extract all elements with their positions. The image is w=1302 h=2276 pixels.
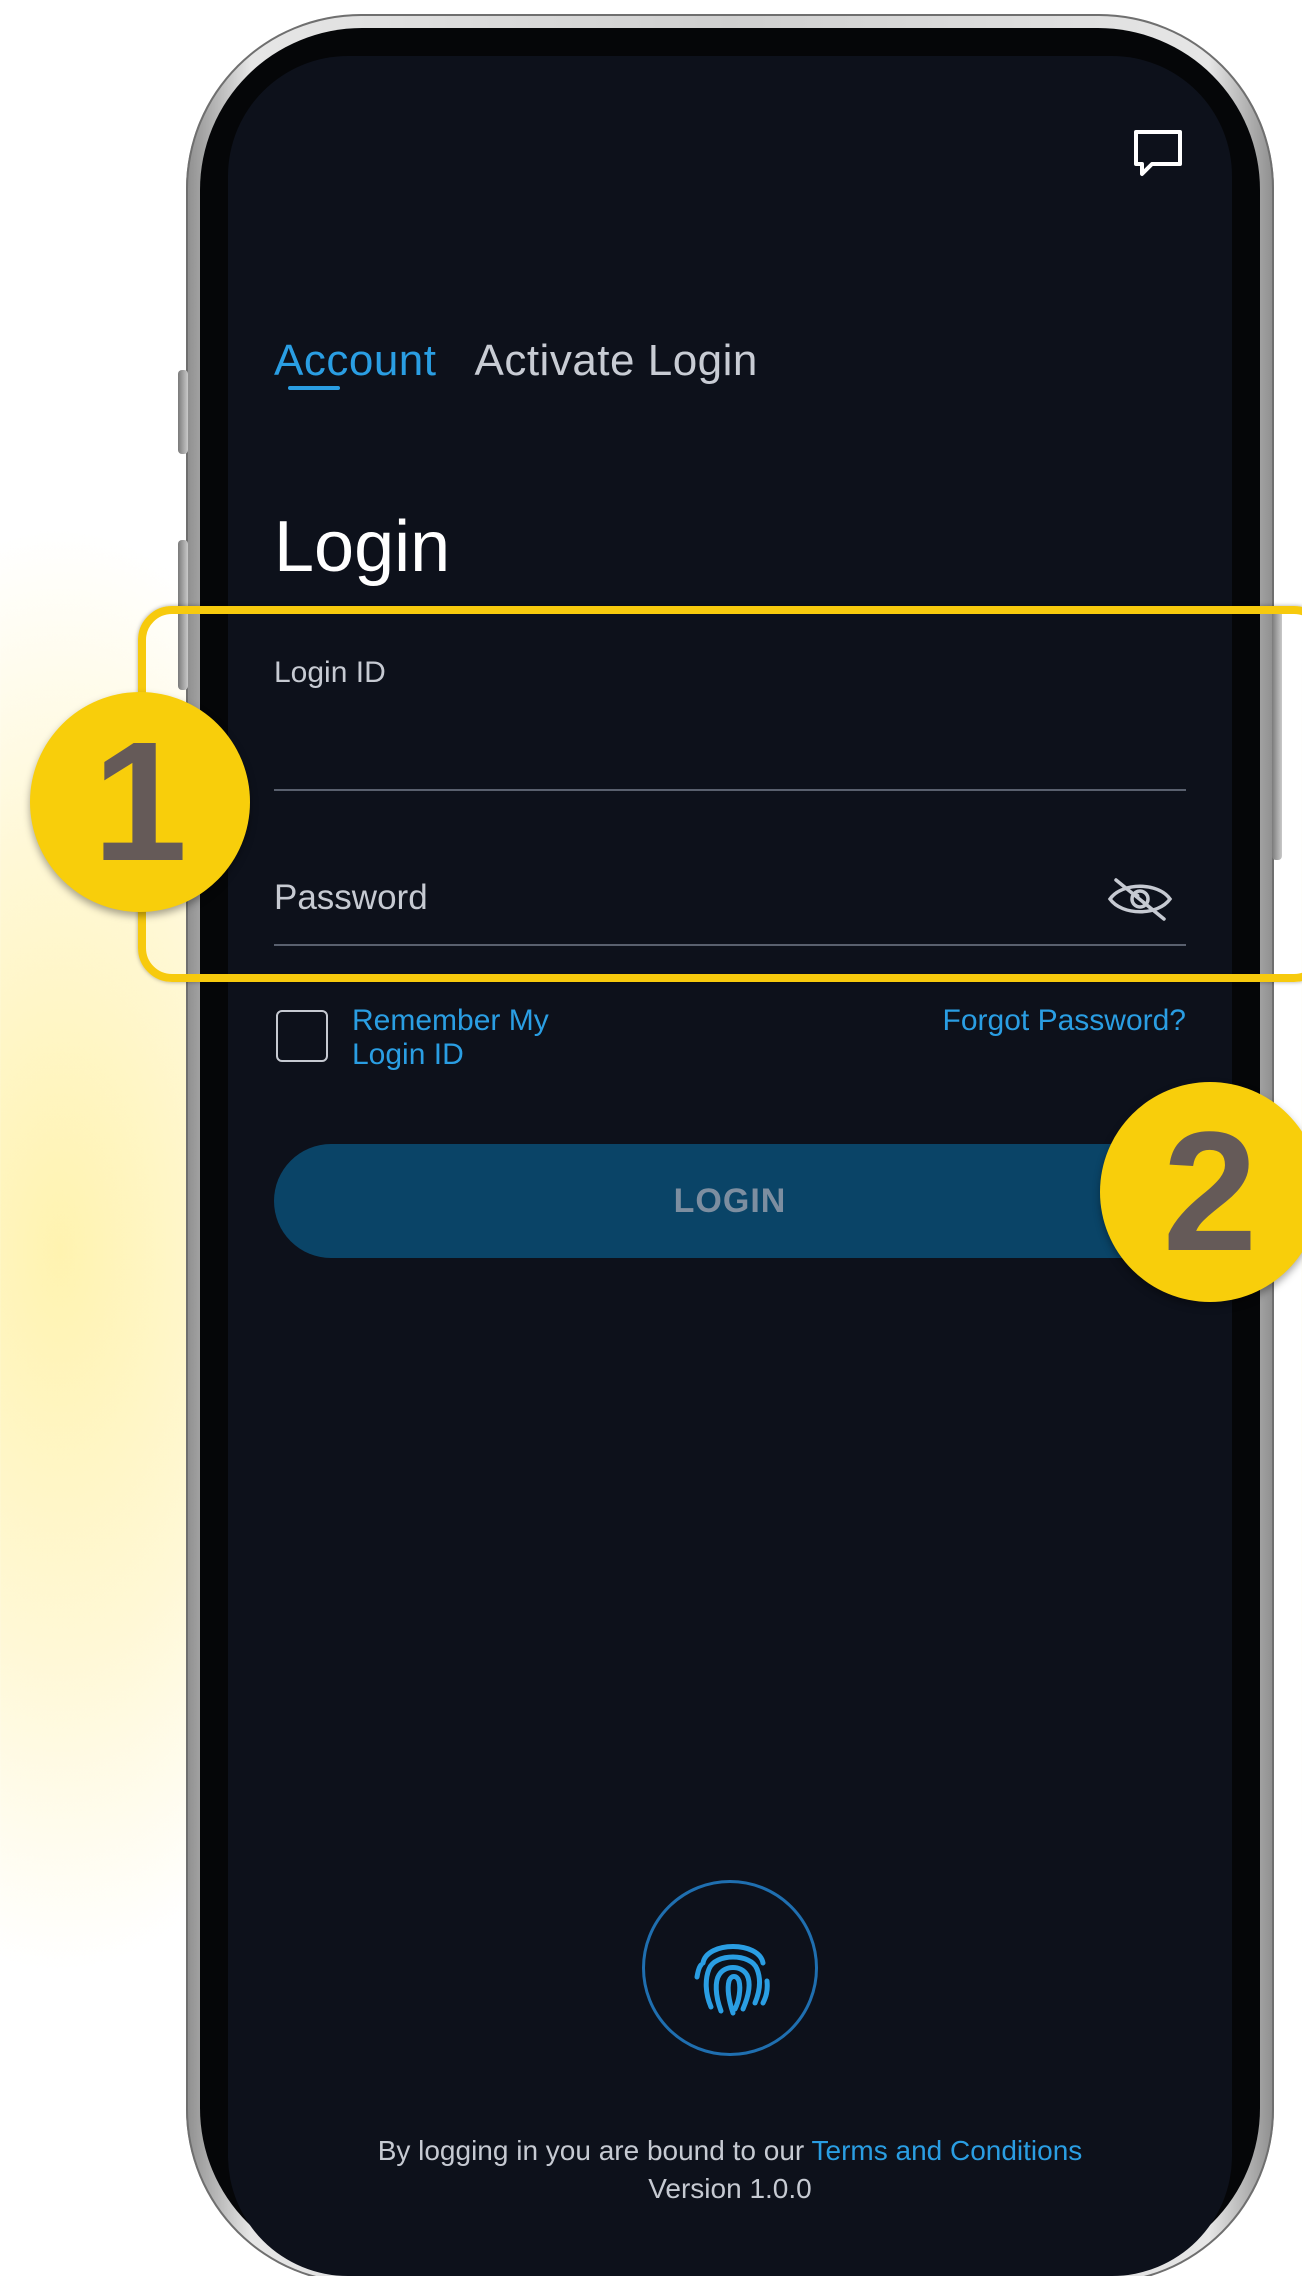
chat-bubble-icon[interactable] bbox=[1130, 126, 1186, 182]
app-screen: Account Activate Login Login Login ID Pa… bbox=[228, 56, 1232, 2276]
footer: By logging in you are bound to our Terms… bbox=[228, 2132, 1232, 2208]
tab-activate-login[interactable]: Activate Login bbox=[474, 336, 757, 386]
phone-side-button bbox=[178, 370, 188, 454]
login-tabs: Account Activate Login bbox=[274, 336, 758, 386]
remember-login-label[interactable]: Remember My Login ID bbox=[352, 1004, 572, 1072]
step-badge-1: 1 bbox=[30, 692, 250, 912]
page-title: Login bbox=[274, 507, 451, 587]
forgot-password-link[interactable]: Forgot Password? bbox=[943, 1004, 1186, 1038]
terms-link[interactable]: Terms and Conditions bbox=[812, 2135, 1083, 2166]
credentials-highlight bbox=[138, 606, 1302, 982]
version-label: Version 1.0.0 bbox=[648, 2173, 812, 2204]
terms-prefix: By logging in you are bound to our bbox=[377, 2135, 805, 2166]
remember-login-checkbox[interactable] bbox=[276, 1010, 328, 1062]
login-button[interactable]: LOGIN bbox=[274, 1144, 1186, 1258]
fingerprint-login-button[interactable] bbox=[642, 1880, 818, 2056]
active-tab-indicator bbox=[288, 386, 340, 390]
tab-account[interactable]: Account bbox=[274, 336, 436, 386]
fingerprint-icon bbox=[694, 1944, 770, 2016]
terms-text: By logging in you are bound to our Terms… bbox=[228, 2132, 1232, 2170]
